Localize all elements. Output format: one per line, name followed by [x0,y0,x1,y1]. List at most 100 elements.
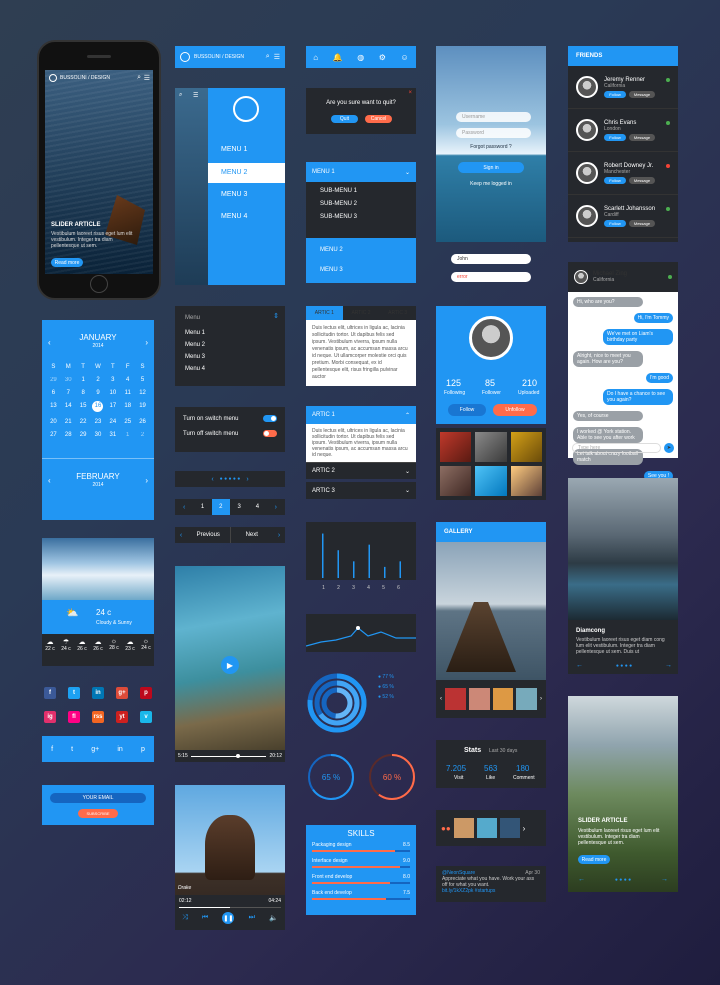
menu-list-item[interactable]: Menu 1 [185,330,275,336]
john-input[interactable]: John [451,254,531,264]
message-button[interactable]: Message [629,133,655,141]
search-icon[interactable]: ⌕ [137,74,141,82]
submenu-item[interactable]: SUB-MENU 2 [320,201,402,207]
calendar-day[interactable]: 25 [120,419,135,425]
side-menu-item-active[interactable]: MENU 2 [208,163,285,183]
bar[interactable] [384,566,386,578]
next-button[interactable]: Next [231,532,274,538]
photo-thumb[interactable] [475,466,507,496]
calendar-day[interactable]: 29 [46,377,61,383]
calendar-day[interactable]: 15 [76,403,91,412]
chevron-right-icon[interactable]: → [665,662,672,669]
chat-input[interactable]: Type here [572,443,661,453]
facebook-icon[interactable]: f [44,687,56,699]
calendar-day[interactable]: 1 [76,377,91,383]
page-number[interactable]: 3 [230,499,248,515]
follow-button[interactable]: Follow [604,176,626,184]
bar[interactable] [322,533,324,578]
calendar-day[interactable]: 9 [91,390,106,396]
unfollow-button[interactable]: Unfollow [493,404,537,416]
menu-icon[interactable]: ☰ [274,53,280,61]
photo-thumb[interactable] [475,432,507,462]
gallery-thumb[interactable] [468,688,490,710]
calendar-day[interactable]: 28 [61,432,76,438]
chevron-left-icon[interactable]: ‹ [175,504,193,511]
twitter-icon[interactable]: t [68,687,80,699]
chevron-up-down-icon[interactable]: ⇕ [273,312,279,320]
calendar-day[interactable]: 10 [105,390,120,396]
photo-thumb[interactable] [440,432,472,462]
pause-icon[interactable]: ❚❚ [222,912,235,924]
message-button[interactable]: Message [629,176,655,184]
chevron-left-icon[interactable]: ‹ [211,476,213,483]
send-icon[interactable]: ➤ [664,443,674,453]
bar[interactable] [337,550,340,578]
calendar-day[interactable]: 6 [46,390,61,396]
gallery-thumb[interactable] [492,688,514,710]
calendar-day[interactable]: 26 [135,419,150,425]
chevron-left-icon[interactable]: ‹ [440,696,442,702]
calendar-day[interactable]: 31 [105,432,120,438]
calendar-day[interactable]: 27 [46,432,61,438]
bell-icon[interactable]: 🔔 [333,53,343,62]
music-progress[interactable] [179,907,281,908]
side-menu-item[interactable]: MENU 1 [221,146,247,153]
home-icon[interactable]: ⌂ [313,53,318,62]
follow-button[interactable]: Follow [604,133,626,141]
calendar-day[interactable]: 11 [120,390,135,396]
calendar-day[interactable]: 20 [46,419,61,425]
calendar-day[interactable]: 14 [61,403,76,412]
chevron-right-icon[interactable]: › [523,824,526,833]
error-input[interactable]: error [451,272,531,282]
tab-artic-3[interactable]: ARTIC 3 [379,310,416,316]
submenu-item[interactable]: SUB-MENU 3 [320,214,402,220]
bar[interactable] [353,561,355,578]
gallery-thumb[interactable] [476,818,497,838]
toggle-off[interactable] [263,430,277,437]
gear-icon[interactable]: ⚙ [379,53,386,62]
chevron-left-icon[interactable]: ‹ [175,532,187,539]
password-input[interactable]: Password [456,128,531,138]
calendar-day[interactable]: 24 [105,419,120,425]
pinterest-icon[interactable]: p [140,687,152,699]
prev-icon[interactable]: ⏮ [202,914,208,922]
search-icon[interactable]: ⌕ [266,53,270,61]
calendar-day[interactable]: 2 [135,432,150,438]
page-dots[interactable]: ● ● ● ● [616,663,632,669]
page-dots[interactable]: ● ● ● ● ● [220,476,241,482]
rss-icon[interactable]: rss [92,711,104,723]
submenu-item[interactable]: SUB-MENU 1 [320,188,402,194]
next-icon[interactable]: ⏭ [249,914,255,922]
page-number[interactable]: 4 [248,499,266,515]
calendar-day[interactable]: 30 [91,432,106,438]
youtube-icon[interactable]: yt [116,711,128,723]
cancel-button[interactable]: Cancel [365,115,392,123]
chevron-right-icon[interactable]: › [540,696,542,702]
calendar-day[interactable]: 22 [76,419,91,425]
calendar-day[interactable]: 18 [120,403,135,412]
keep-logged-in[interactable]: Keep me logged in [436,181,546,187]
calendar-day[interactable]: 12 [135,390,150,396]
calendar-day[interactable]: 13 [46,403,61,412]
instagram-icon[interactable]: ig [44,711,56,723]
flickr-icon[interactable]: fl [68,711,80,723]
menu-list-item[interactable]: Menu 3 [185,354,275,360]
calendar-day[interactable]: 4 [120,377,135,383]
menu-icon[interactable]: ☰ [144,74,150,82]
calendar-day[interactable]: 7 [61,390,76,396]
calendar-day[interactable]: 29 [76,432,91,438]
gallery-thumb[interactable] [445,688,466,710]
tab-artic-1[interactable]: ARTIC 1 [306,306,343,320]
menu-list-item[interactable]: Menu 4 [185,366,275,372]
username-input[interactable]: Username [456,112,531,122]
calendar-day[interactable]: 23 [91,419,106,425]
page-number[interactable]: 1 [193,499,211,515]
photo-thumb[interactable] [510,432,542,462]
calendar-day[interactable]: 2 [91,377,106,383]
gallery-thumb[interactable] [453,818,474,838]
dropdown-item[interactable]: MENU 2 [320,247,402,253]
follow-button[interactable]: Follow [604,90,626,98]
side-menu-item[interactable]: MENU 4 [221,213,247,220]
toggle-on[interactable] [263,415,277,422]
linkedin-icon[interactable]: in [92,687,104,699]
